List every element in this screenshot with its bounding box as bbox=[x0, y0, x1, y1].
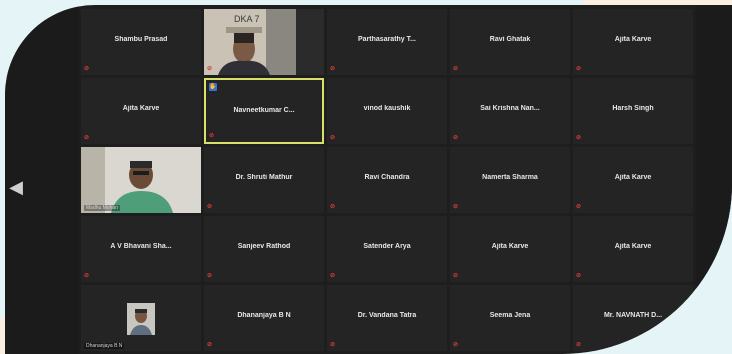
participant-tile[interactable]: Dr. Shruti Mathur ⊘ bbox=[204, 147, 324, 213]
mic-off-icon: ⊘ bbox=[330, 342, 336, 348]
participant-name: Ajita Karve bbox=[122, 105, 160, 112]
participant-tile[interactable]: Sanjeev Rathod ⊘ bbox=[204, 216, 324, 282]
participant-name: Satender Arya bbox=[363, 243, 411, 250]
participant-name: Shambu Prasad bbox=[114, 36, 168, 43]
mic-off-icon: ⊘ bbox=[576, 204, 582, 210]
prev-page-label bbox=[7, 199, 27, 207]
participant-tile[interactable]: Seema Jena ⊘ bbox=[450, 285, 570, 351]
participant-tile-video[interactable]: DKA 7 ⊘ bbox=[204, 9, 324, 75]
participant-tile[interactable]: Ajita Karve ⊘ bbox=[573, 216, 693, 282]
participant-tile[interactable]: Harsh Singh ⊘ bbox=[573, 78, 693, 144]
mic-off-icon: ⊘ bbox=[207, 204, 213, 210]
participant-tile[interactable]: Ajita Karve ⊘ bbox=[573, 9, 693, 75]
mic-off-icon: ⊘ bbox=[330, 273, 336, 279]
participant-name: Dr. Shruti Mathur bbox=[235, 174, 293, 181]
participant-tile[interactable]: Namerta Sharma ⊘ bbox=[450, 147, 570, 213]
mic-off-icon: ⊘ bbox=[330, 204, 336, 210]
participant-name: Ajita Karve bbox=[614, 36, 652, 43]
participant-tile-active-speaker[interactable]: ✋ Navneetkumar C... ⊘ bbox=[204, 78, 324, 144]
participant-tile[interactable]: Shambu Prasad ⊘ bbox=[81, 9, 201, 75]
mic-off-icon: ⊘ bbox=[453, 135, 459, 141]
participant-name: Sanjeev Rathod bbox=[237, 243, 291, 250]
participant-tile[interactable]: Satender Arya ⊘ bbox=[327, 216, 447, 282]
mic-off-icon: ⊘ bbox=[576, 342, 582, 348]
participant-tile[interactable]: vinod kaushik ⊘ bbox=[327, 78, 447, 144]
participant-name: Ajita Karve bbox=[614, 243, 652, 250]
participant-name: Sai Krishna Nan... bbox=[480, 105, 540, 112]
participant-tile-video[interactable]: Madhu Mohan bbox=[81, 147, 201, 213]
mic-off-icon: ⊘ bbox=[207, 66, 213, 72]
svg-text:DKA 7: DKA 7 bbox=[234, 14, 260, 24]
mic-off-icon: ⊘ bbox=[84, 66, 90, 72]
participant-name: vinod kaushik bbox=[363, 105, 411, 112]
right-rail bbox=[696, 5, 732, 354]
participant-name: Dhananjaya B N bbox=[237, 312, 291, 319]
video-caption: Madhu Mohan bbox=[84, 205, 120, 211]
meeting-window: ◀ Shambu Prasad ⊘ DKA 7 ⊘ Parthasarathy … bbox=[5, 5, 732, 354]
participant-tile[interactable]: Dr. Vandana Tatra ⊘ bbox=[327, 285, 447, 351]
mic-off-icon: ⊘ bbox=[453, 273, 459, 279]
mic-off-icon: ⊘ bbox=[576, 66, 582, 72]
gallery-grid: Shambu Prasad ⊘ DKA 7 ⊘ Parthasarathy T.… bbox=[81, 9, 695, 354]
participant-tile[interactable]: Ravi Ghatak ⊘ bbox=[450, 9, 570, 75]
mic-off-icon: ⊘ bbox=[84, 273, 90, 279]
participant-tile[interactable]: Sai Krishna Nan... ⊘ bbox=[450, 78, 570, 144]
participant-name: Parthasarathy T... bbox=[358, 36, 416, 43]
participant-name: A V Bhavani Sha... bbox=[110, 243, 172, 250]
participant-name: Seema Jena bbox=[489, 312, 531, 319]
participant-tile[interactable]: Parthasarathy T... ⊘ bbox=[327, 9, 447, 75]
participant-tile[interactable]: Ajita Karve ⊘ bbox=[450, 216, 570, 282]
mic-off-icon: ⊘ bbox=[453, 204, 459, 210]
participant-video: DKA 7 bbox=[204, 9, 324, 75]
participant-name: Ravi Ghatak bbox=[489, 36, 531, 43]
mic-off-icon: ⊘ bbox=[453, 66, 459, 72]
mic-off-icon: ⊘ bbox=[330, 135, 336, 141]
mic-off-icon: ⊘ bbox=[576, 135, 582, 141]
participant-tile[interactable]: Ravi Chandra ⊘ bbox=[327, 147, 447, 213]
participant-name: Mr. NAVNATH D... bbox=[603, 312, 663, 319]
participant-tile[interactable]: A V Bhavani Sha... ⊘ bbox=[81, 216, 201, 282]
participant-tile[interactable]: Dhananjaya B N ⊘ bbox=[204, 285, 324, 351]
participant-video bbox=[81, 147, 201, 213]
mic-off-icon: ⊘ bbox=[207, 342, 213, 348]
participant-avatar-photo bbox=[127, 303, 155, 335]
participant-tile[interactable]: Mr. NAVNATH D... ⊘ bbox=[573, 285, 693, 351]
participant-tile[interactable]: Ajita Karve ⊘ bbox=[81, 78, 201, 144]
mic-off-icon: ⊘ bbox=[330, 66, 336, 72]
participant-name: Ajita Karve bbox=[491, 243, 529, 250]
mic-off-icon: ⊘ bbox=[84, 135, 90, 141]
participant-name: Ravi Chandra bbox=[364, 174, 410, 181]
mic-off-icon: ⊘ bbox=[207, 273, 213, 279]
participant-tile[interactable]: Ajita Karve ⊘ bbox=[573, 147, 693, 213]
raise-hand-icon: ✋ bbox=[209, 83, 217, 91]
chevron-left-icon[interactable]: ◀ bbox=[9, 175, 23, 199]
mic-off-icon: ⊘ bbox=[576, 273, 582, 279]
participant-name: Dr. Vandana Tatra bbox=[357, 312, 417, 319]
left-rail: ◀ bbox=[5, 5, 79, 354]
mic-off-icon: ⊘ bbox=[209, 133, 215, 139]
participant-name: Navneetkumar C... bbox=[233, 107, 295, 114]
participant-name: Namerta Sharma bbox=[482, 174, 538, 181]
participant-name: Harsh Singh bbox=[612, 105, 654, 112]
participant-tile-photo[interactable]: Dhananjaya B N bbox=[81, 285, 201, 351]
video-caption: Dhananjaya B N bbox=[84, 343, 125, 349]
participant-name: Ajita Karve bbox=[614, 174, 652, 181]
mic-off-icon: ⊘ bbox=[453, 342, 459, 348]
